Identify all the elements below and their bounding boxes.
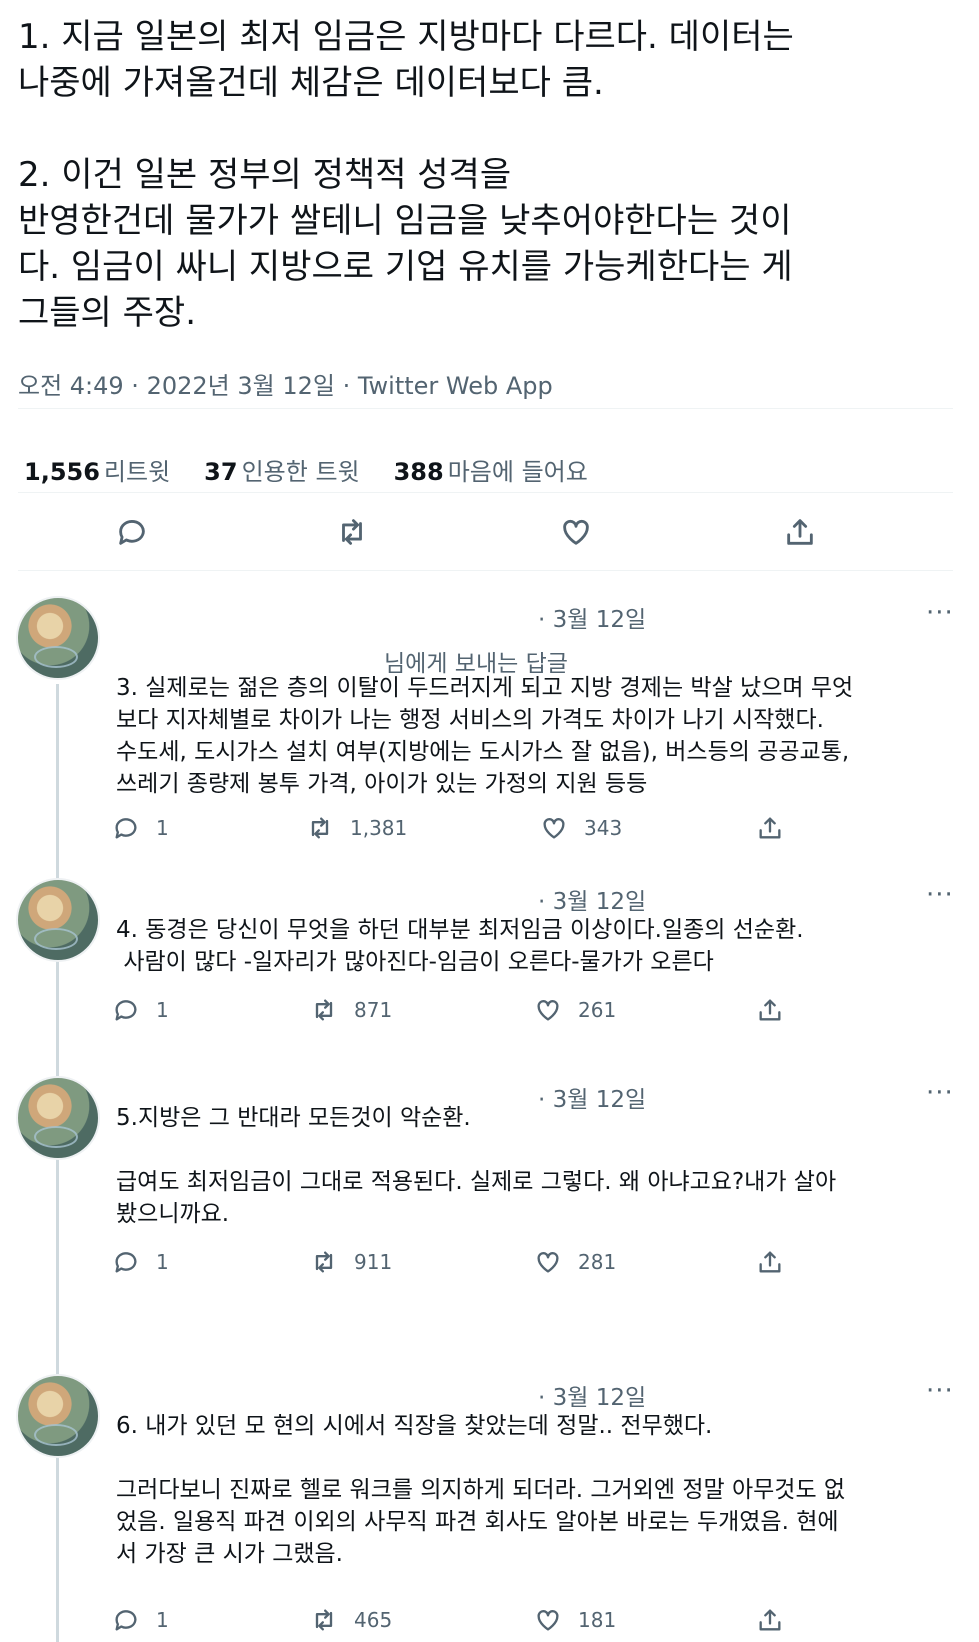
retweet-icon <box>315 1251 333 1273</box>
retweet-count: 911 <box>354 1250 393 1274</box>
share-button[interactable] <box>756 996 800 1024</box>
stat-quotes[interactable]: 37 인용한 트윗 <box>204 452 359 487</box>
stat-quotes-label: 인용한 트윗 <box>241 458 360 486</box>
like-button[interactable]: 181 <box>534 1606 616 1634</box>
reply-count: 1 <box>156 816 169 840</box>
reply-text: 5.지방은 그 반대라 모든것이 악순환. 급여도 최저임금이 그대로 적용된다… <box>116 1105 837 1227</box>
reply-date[interactable]: · 3월 12일 <box>538 1378 646 1412</box>
divider <box>18 492 953 493</box>
like-count: 343 <box>584 816 623 840</box>
retweet-button[interactable]: 1,381 <box>306 814 407 842</box>
share-button[interactable] <box>756 1248 800 1276</box>
tweet-text: 1. 지금 일본의 최저 임금은 지방마다 다르다. 데이터는 나중에 가져올건… <box>18 17 794 333</box>
reply-count: 1 <box>156 1608 169 1632</box>
share-icon <box>759 999 781 1021</box>
like-icon <box>537 1610 559 1631</box>
like-count: 181 <box>578 1608 617 1632</box>
retweet-button[interactable]: 871 <box>310 996 392 1024</box>
retweet-icon <box>315 999 333 1021</box>
retweet-count: 1,381 <box>350 816 408 840</box>
reply-icon <box>115 1610 137 1631</box>
reply-text: 6. 내가 있던 모 현의 시에서 직장을 찾았는데 정말.. 전무했다. 그러… <box>116 1413 846 1567</box>
more-options-button[interactable]: ··· <box>926 880 954 910</box>
tweet-timestamp[interactable]: 오전 4:49 · 2022년 3월 12일 · Twitter Web App <box>18 366 553 401</box>
stat-retweets-count: 1,556 <box>24 458 100 486</box>
tweet-stats: 1,556 리트윗 37 인용한 트윗 388 마음에 들어요 <box>24 452 622 487</box>
reply-icon <box>115 1000 137 1021</box>
more-options-button[interactable]: ··· <box>926 598 954 628</box>
reply-date[interactable]: · 3월 12일 <box>538 882 646 916</box>
reply-count: 1 <box>156 998 169 1022</box>
tweet-actions <box>0 502 979 562</box>
like-count: 261 <box>578 998 617 1022</box>
thread-line <box>56 684 59 1642</box>
reply-icon <box>115 818 137 839</box>
like-count: 281 <box>578 1250 617 1274</box>
retweet-count: 465 <box>354 1608 393 1632</box>
like-icon <box>543 818 565 839</box>
reply-text: 4. 동경은 당신이 무엇을 하던 대부분 최저임금 이상이다.일종의 선순환.… <box>116 917 804 975</box>
avatar[interactable] <box>16 878 100 962</box>
stat-likes-count: 388 <box>393 458 444 486</box>
retweet-icon <box>311 817 329 839</box>
like-button[interactable]: 261 <box>534 996 616 1024</box>
retweet-icon <box>315 1609 333 1631</box>
share-button[interactable] <box>756 1606 800 1634</box>
reply-count: 1 <box>156 1250 169 1274</box>
reply-button[interactable]: 1 <box>112 996 176 1024</box>
stat-likes-label: 마음에 들어요 <box>447 458 588 486</box>
stat-retweets-label: 리트윗 <box>103 458 171 486</box>
share-icon <box>759 817 781 839</box>
like-button[interactable]: 281 <box>534 1248 616 1276</box>
stat-retweets[interactable]: 1,556 리트윗 <box>24 452 170 487</box>
like-icon <box>537 1000 559 1021</box>
retweet-button[interactable]: 465 <box>310 1606 392 1634</box>
divider <box>18 408 953 409</box>
stat-likes[interactable]: 388 마음에 들어요 <box>394 452 588 487</box>
share-icon <box>759 1609 781 1631</box>
share-icon <box>787 519 813 545</box>
divider <box>18 570 953 571</box>
share-button[interactable] <box>780 512 820 552</box>
reply-icon <box>115 1252 137 1273</box>
reply-button[interactable]: 1 <box>112 814 176 842</box>
share-icon <box>759 1251 781 1273</box>
retweet-count: 871 <box>354 998 393 1022</box>
reply-text: 3. 실제로는 젊은 층의 이탈이 두드러지게 되고 지방 경제는 박살 났으며… <box>116 675 854 797</box>
like-button[interactable] <box>556 512 596 552</box>
reply-icon <box>119 520 145 545</box>
reply-button[interactable] <box>112 512 152 552</box>
retweet-button[interactable] <box>332 512 372 552</box>
like-icon <box>537 1252 559 1273</box>
retweet-button[interactable]: 911 <box>310 1248 392 1276</box>
like-icon <box>563 519 589 545</box>
more-options-button[interactable]: ··· <box>926 1376 954 1406</box>
reply-button[interactable]: 1 <box>112 1248 176 1276</box>
retweet-icon <box>342 519 362 545</box>
share-button[interactable] <box>756 814 800 842</box>
avatar[interactable] <box>16 1374 100 1458</box>
avatar[interactable] <box>16 1076 100 1160</box>
reply-date[interactable]: · 3월 12일 <box>538 600 646 634</box>
like-button[interactable]: 343 <box>540 814 622 842</box>
avatar[interactable] <box>16 596 100 680</box>
reply-button[interactable]: 1 <box>112 1606 176 1634</box>
stat-quotes-count: 37 <box>204 458 238 486</box>
